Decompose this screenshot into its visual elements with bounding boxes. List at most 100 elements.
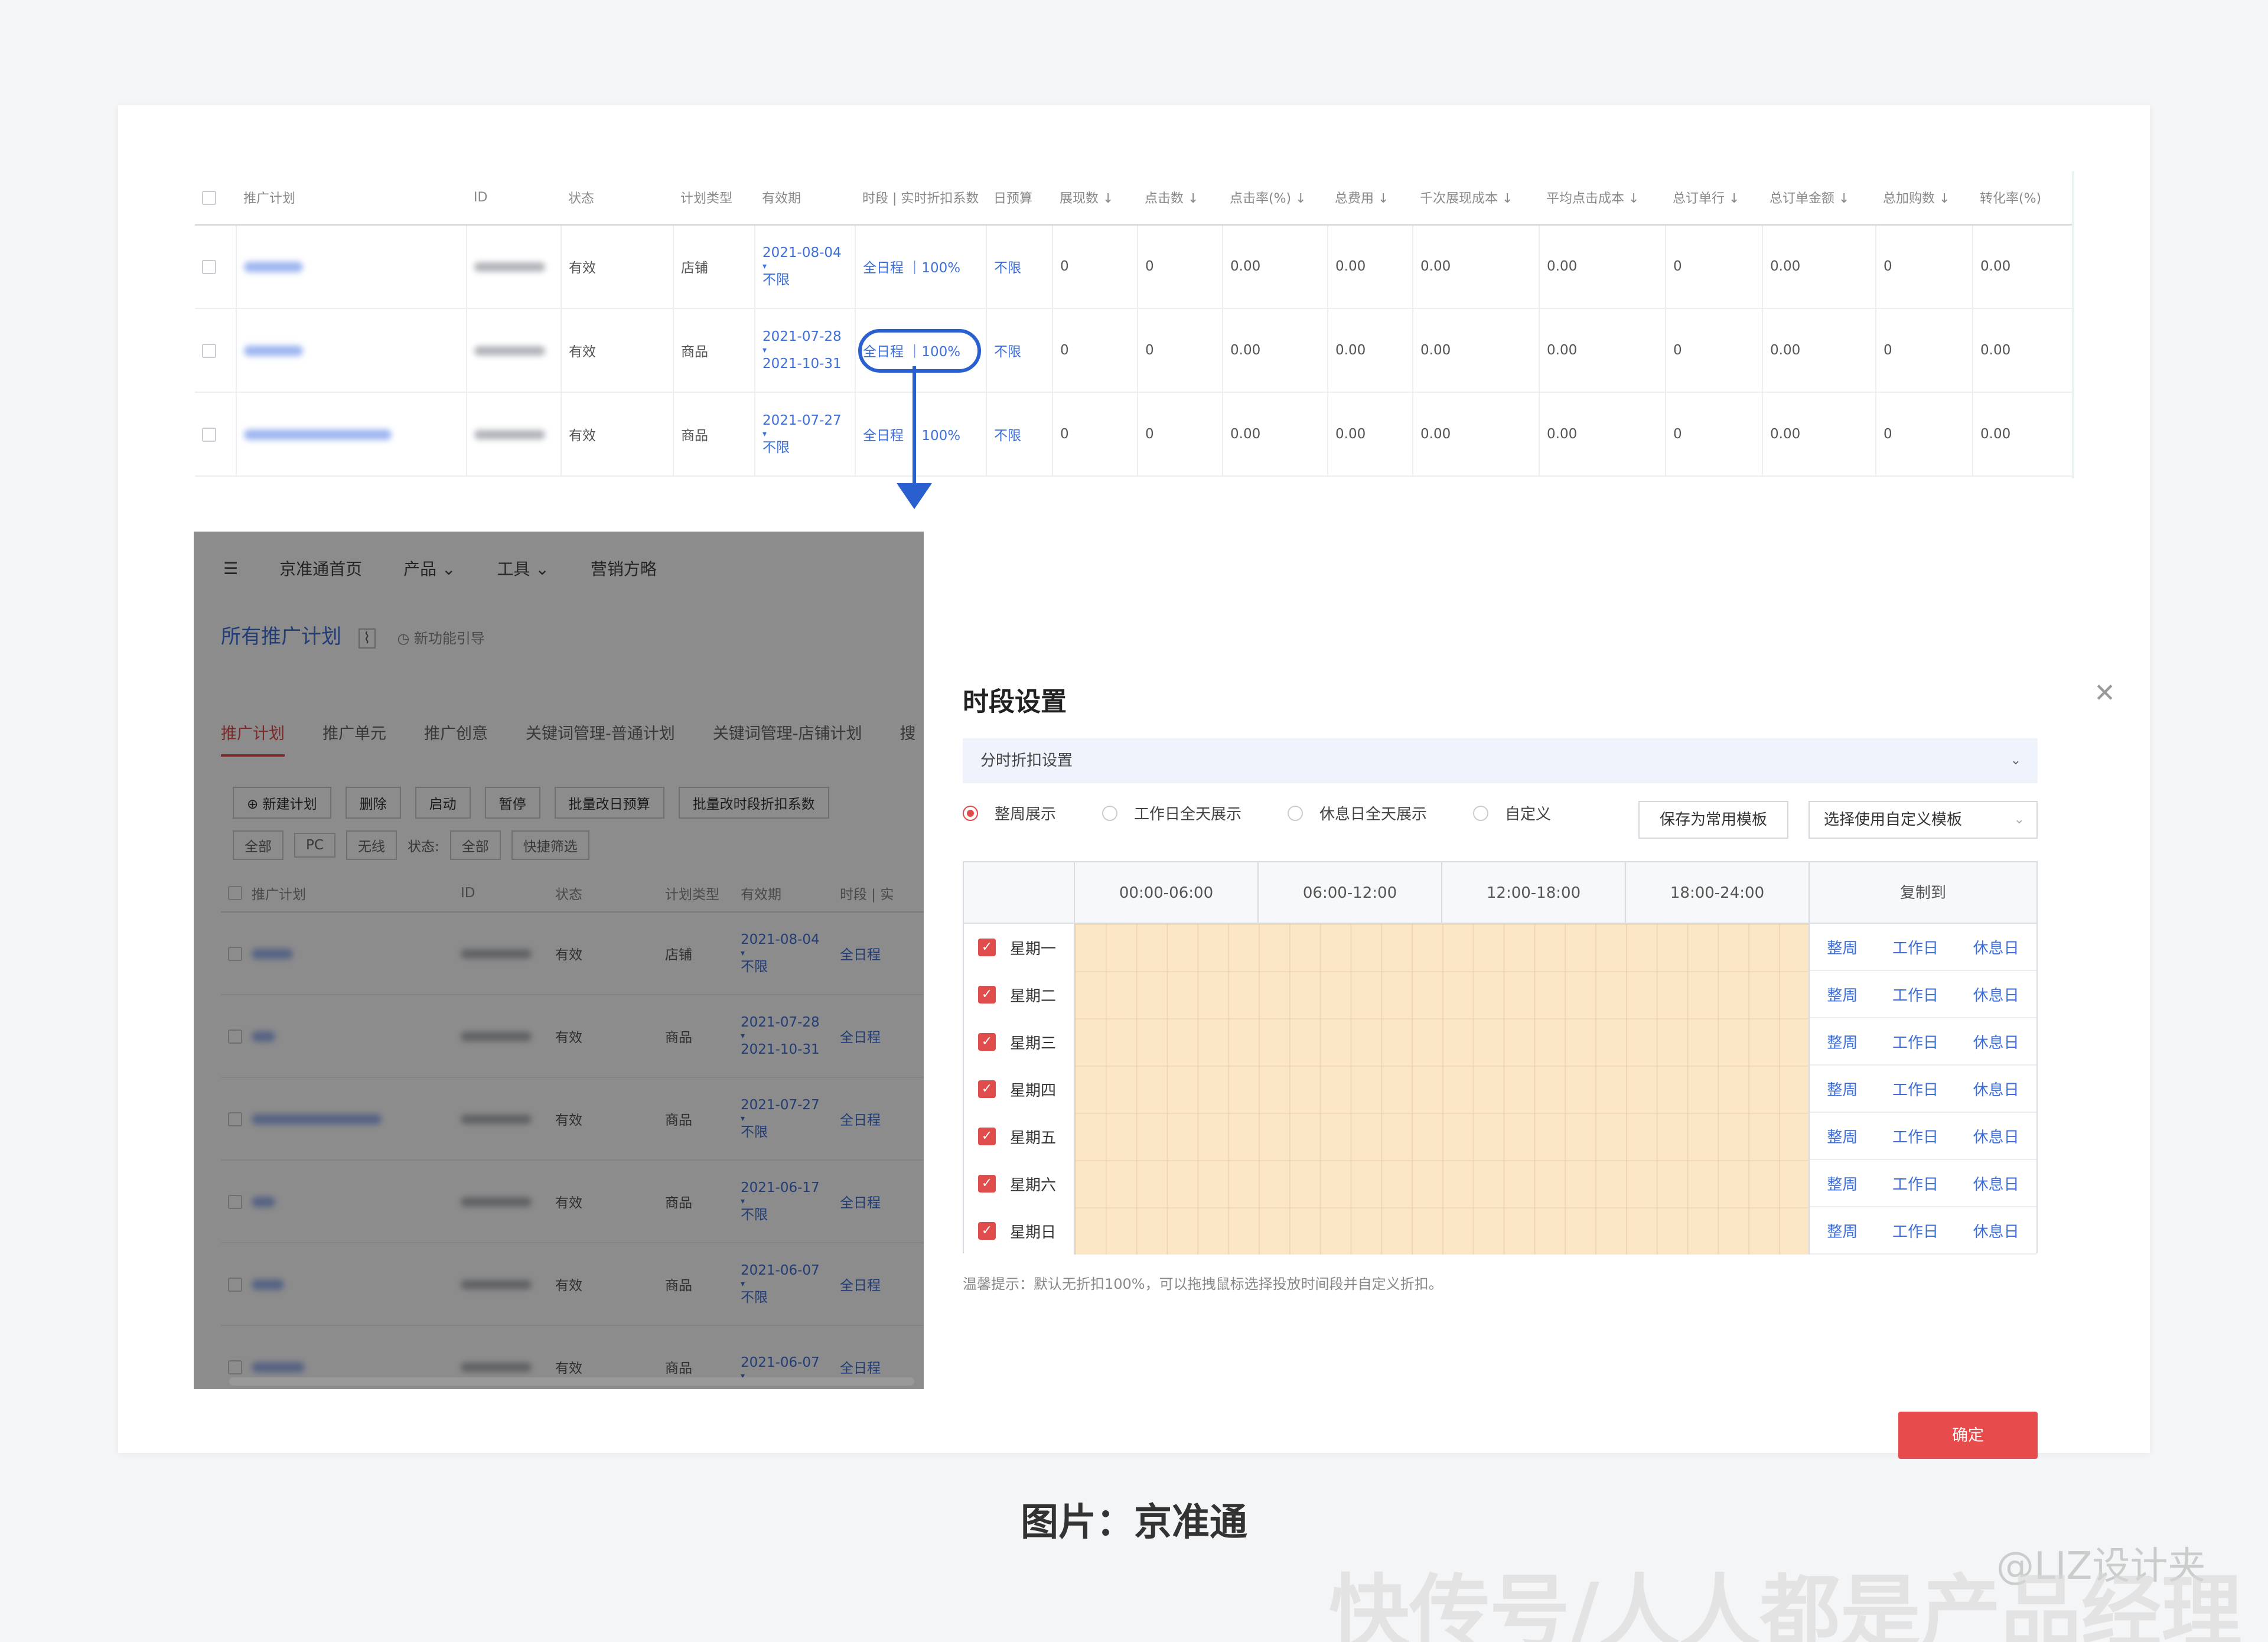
hour-cells[interactable] [1075,1018,1810,1066]
copy-week-link[interactable]: 整周 [1827,1220,1858,1242]
radio-empty-icon [1473,805,1489,821]
plan-name-blurred[interactable] [236,224,467,309]
row-checkbox[interactable] [195,308,237,393]
cost-cell: 0.00 [1328,308,1413,393]
col-cpm[interactable]: 千次展现成本 ↓ [1413,171,1539,226]
col-orders[interactable]: 总订单行 ↓ [1666,171,1762,226]
radio-selected-icon [963,805,978,821]
checkbox-checked-icon[interactable]: ✓ [978,1175,996,1193]
caret-down-icon: ▾ [762,262,767,272]
copy-weekend-link[interactable]: 休息日 [1973,1031,2019,1053]
period-cell[interactable]: 全日程 ｜100% [855,392,987,477]
amount-cell: 0.00 [1762,224,1876,309]
template-select[interactable]: 选择使用自定义模板 ⌄ [1808,801,2038,839]
discount-section-header[interactable]: 分时折扣设置 ⌄ [963,738,2038,783]
copy-actions: 整周 工作日 休息日 [1810,1207,2036,1255]
cpc-cell: 0.00 [1539,392,1666,477]
col-id: ID [467,171,561,226]
copy-week-link[interactable]: 整周 [1827,936,1858,958]
grid-corner [964,862,1075,924]
copy-week-link[interactable]: 整周 [1827,983,1858,1005]
horizontal-scrollbar[interactable] [229,1377,914,1386]
type-cell: 店铺 [673,224,755,309]
copy-workday-link[interactable]: 工作日 [1892,1031,1938,1053]
radio-workdays[interactable]: 工作日全天展示 [1102,802,1241,824]
col-amount[interactable]: 总订单金额 ↓ [1762,171,1876,226]
col-cpc[interactable]: 平均点击成本 ↓ [1539,171,1666,226]
day-checkbox-label[interactable]: ✓ 星期五 [964,1113,1075,1160]
day-checkbox-label[interactable]: ✓ 星期日 [964,1207,1075,1255]
day-checkbox-label[interactable]: ✓ 星期一 [964,924,1075,971]
copy-weekend-link[interactable]: 休息日 [1973,1172,2019,1194]
col-impressions[interactable]: 展现数 ↓ [1052,171,1138,226]
status-cell: 有效 [561,308,674,393]
day-checkbox-label[interactable]: ✓ 星期四 [964,1066,1075,1113]
budget-cell[interactable]: 不限 [986,308,1053,393]
col-cvr[interactable]: 转化率(%) [1973,171,2073,226]
radio-whole-week[interactable]: 整周展示 [963,802,1056,824]
radio-label: 自定义 [1505,806,1552,823]
cart-cell: 0 [1876,392,1973,477]
checkbox-checked-icon[interactable]: ✓ [978,1128,996,1145]
radio-weekends[interactable]: 休息日全天展示 [1288,802,1427,824]
validity-cell[interactable]: 2021-08-04 ▾ 不限 [755,224,856,309]
validity-cell[interactable]: 2021-07-28 ▾ 2021-10-31 [755,308,856,393]
checkbox-checked-icon[interactable]: ✓ [978,939,996,956]
day-checkbox-label[interactable]: ✓ 星期二 [964,971,1075,1018]
copy-workday-link[interactable]: 工作日 [1892,1125,1938,1147]
validity-cell[interactable]: 2021-07-27 ▾ 不限 [755,392,856,477]
checkbox-checked-icon[interactable]: ✓ [978,1080,996,1098]
copy-week-link[interactable]: 整周 [1827,1172,1858,1194]
plan-table: 推广计划 ID 状态 计划类型 有效期 时段 | 实时折扣系数 日预算 展现数 … [195,171,2073,477]
checkbox-checked-icon[interactable]: ✓ [978,986,996,1004]
col-cart[interactable]: 总加购数 ↓ [1876,171,1973,226]
hour-cells[interactable] [1075,1113,1810,1160]
col-cost[interactable]: 总费用 ↓ [1328,171,1413,226]
period-cell-highlighted[interactable]: 全日程 ｜100% [855,308,987,393]
copy-workday-link[interactable]: 工作日 [1892,983,1938,1005]
display-mode-radios: 整周展示 工作日全天展示 休息日全天展示 自定义 [963,802,1597,824]
copy-week-link[interactable]: 整周 [1827,1125,1858,1147]
day-label: 星期一 [1010,940,1057,958]
copy-workday-link[interactable]: 工作日 [1892,1172,1938,1194]
copy-weekend-link[interactable]: 休息日 [1973,1220,2019,1242]
copy-week-link[interactable]: 整周 [1827,1078,1858,1100]
copy-workday-link[interactable]: 工作日 [1892,1078,1938,1100]
checkbox-checked-icon[interactable]: ✓ [978,1222,996,1240]
time-period-dialog: 时段设置 ✕ 分时折扣设置 ⌄ 整周展示 工作日全天展示 休息日全天展示 自定义… [963,554,2120,1459]
col-ctr[interactable]: 点击率(%) ↓ [1223,171,1328,226]
copy-weekend-link[interactable]: 休息日 [1973,936,2019,958]
save-template-button[interactable]: 保存为常用模板 [1638,801,1788,839]
col-plan[interactable]: 推广计划 [236,171,467,226]
copy-weekend-link[interactable]: 休息日 [1973,1078,2019,1100]
row-checkbox[interactable] [195,224,237,309]
radio-label: 工作日全天展示 [1134,806,1242,823]
plan-name-blurred[interactable] [236,308,467,393]
row-checkbox[interactable] [195,392,237,477]
hour-cells[interactable] [1075,1066,1810,1113]
hour-cells[interactable] [1075,1160,1810,1207]
period-cell[interactable]: 全日程 ｜100% [855,224,987,309]
copy-week-link[interactable]: 整周 [1827,1031,1858,1053]
checkbox-checked-icon[interactable]: ✓ [978,1033,996,1051]
dim-overlay[interactable] [194,532,924,1389]
close-icon[interactable]: ✕ [2094,678,2116,708]
budget-cell[interactable]: 不限 [986,224,1053,309]
hour-cells[interactable] [1075,971,1810,1018]
col-clicks[interactable]: 点击数 ↓ [1138,171,1223,226]
radio-custom[interactable]: 自定义 [1473,802,1551,824]
select-all-checkbox[interactable] [195,171,236,226]
copy-workday-link[interactable]: 工作日 [1892,936,1938,958]
copy-weekend-link[interactable]: 休息日 [1973,983,2019,1005]
hour-cells[interactable] [1075,924,1810,971]
plan-name-blurred[interactable] [236,392,467,477]
day-checkbox-label[interactable]: ✓ 星期六 [964,1160,1075,1207]
copy-workday-link[interactable]: 工作日 [1892,1220,1938,1242]
hour-cells[interactable] [1075,1207,1810,1255]
time-header: 00:00-06:00 [1075,862,1259,924]
confirm-button[interactable]: 确定 [1898,1412,2038,1459]
copy-weekend-link[interactable]: 休息日 [1973,1125,2019,1147]
day-checkbox-label[interactable]: ✓ 星期三 [964,1018,1075,1066]
budget-cell[interactable]: 不限 [986,392,1053,477]
clicks-cell: 0 [1138,308,1223,393]
